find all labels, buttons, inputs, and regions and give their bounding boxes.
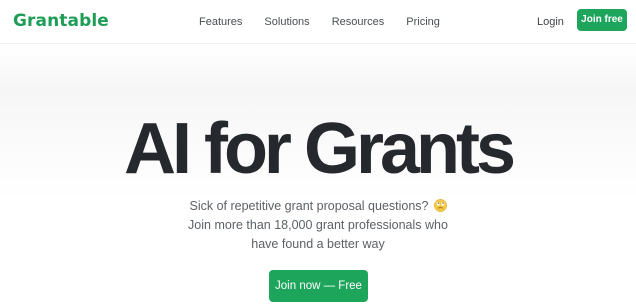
top-navigation-bar: Grantable Features Solutions Resources P… [0,0,636,44]
hero-title: AI for Grants [123,109,516,189]
hero-section: AI for Grants Sick of repetitive grant p… [0,44,636,307]
landing-page: Grantable Features Solutions Resources P… [0,0,636,307]
nav-link-pricing[interactable]: Pricing [406,13,440,31]
join-free-button[interactable]: Join free [577,9,627,31]
login-link[interactable]: Login [537,13,564,31]
nav-link-resources[interactable]: Resources [332,13,385,31]
nav-link-solutions[interactable]: Solutions [264,13,309,31]
hero-subtitle-line-1: Sick of repetitive grant proposal questi… [183,197,453,216]
nav-link-features[interactable]: Features [199,13,242,31]
hero-subtitle-line-3: have found a better way [251,237,385,251]
face-with-rolling-eyes-icon [433,199,447,212]
grantable-logo[interactable]: Grantable [13,9,109,33]
hero-subtitle-text-1: Sick of repetitive grant proposal questi… [189,199,429,213]
hero-subtitle: Sick of repetitive grant proposal questi… [183,197,453,254]
hero-subtitle-line-2: Join more than 18,000 grant professional… [188,218,448,232]
primary-navigation: Features Solutions Resources Pricing [199,13,440,31]
join-now-free-button[interactable]: Join now — Free [269,270,368,302]
